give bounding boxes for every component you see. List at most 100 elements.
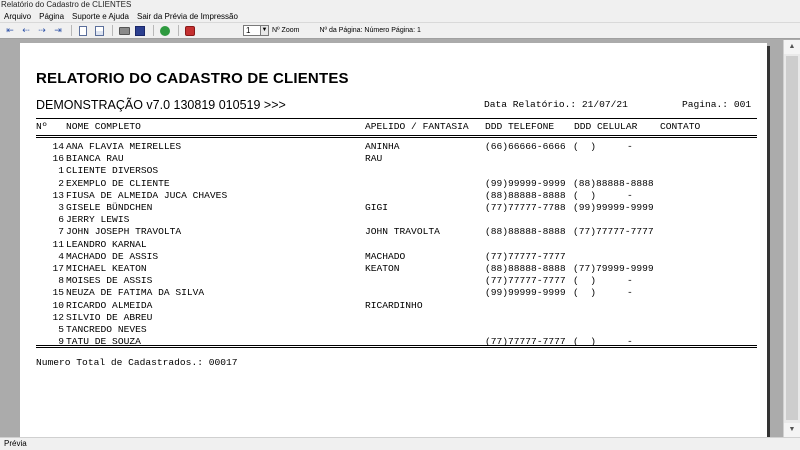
row-contato: -: [627, 287, 633, 299]
row-name: MICHAEL KEATON: [66, 263, 147, 274]
row-celular: (77)77777-7777: [573, 226, 654, 238]
header-contato: CONTATO: [660, 121, 701, 132]
toolbar-separator: [153, 25, 154, 36]
row-num: 4: [58, 250, 64, 262]
row-telefone: (88)88888-8888: [485, 226, 566, 238]
row-apelido: ANINHA: [365, 141, 400, 152]
table-row: 8 MOISES DE ASSIS (77)77777-7777 ( ) -: [36, 275, 757, 287]
export-icon[interactable]: [158, 25, 172, 37]
menu-suporte-ajuda[interactable]: Suporte e Ajuda: [68, 11, 133, 22]
next-page-icon[interactable]: ⇢: [35, 25, 49, 37]
vertical-scrollbar[interactable]: ▲ ▼: [783, 40, 800, 437]
row-apelido: RAU: [365, 153, 383, 165]
report-page-number: Pagina.: 001: [682, 99, 752, 110]
footer-double-rule: [36, 345, 757, 348]
page-multi-icon[interactable]: [92, 25, 106, 37]
toolbar-separator: [178, 25, 179, 36]
row-telefone: (77)77777-7788: [485, 202, 566, 213]
prev-page-icon[interactable]: ⇠: [19, 25, 33, 37]
row-num: 17: [52, 263, 64, 274]
row-celular: (77)79999-9999: [573, 263, 654, 274]
chevron-down-icon[interactable]: ▼: [261, 25, 269, 36]
row-name: LEANDRO KARNAL: [66, 238, 147, 250]
table-row: 5 TANCREDO NEVES: [36, 324, 757, 336]
table-row: 14 ANA FLAVIA MEIRELLES ANINHA (66)66666-66…: [36, 141, 757, 153]
print-icon[interactable]: [117, 25, 131, 37]
row-name: EXEMPLO DE CLIENTE: [66, 177, 170, 189]
window-title: Relatório do Cadastro de CLIENTES: [0, 0, 800, 11]
row-name: CLIENTE DIVERSOS: [66, 165, 159, 177]
row-num: 1: [58, 165, 64, 177]
row-num: 2: [58, 177, 64, 189]
page-single-icon[interactable]: [76, 25, 90, 37]
header-rule: [36, 118, 757, 119]
preview-area[interactable]: RELATORIO DO CADASTRO DE CLIENTES DEMONS…: [0, 40, 800, 437]
status-bar: Prévia: [0, 437, 800, 450]
row-name: MOISES DE ASSIS: [66, 275, 153, 287]
row-apelido: RICARDINHO: [365, 299, 423, 311]
row-num: 6: [58, 214, 64, 226]
menu-sair-previa[interactable]: Sair da Prévia de Impressão: [133, 11, 242, 22]
row-contato: -: [627, 275, 633, 287]
row-celular: ( ): [573, 275, 597, 287]
row-num: 5: [58, 324, 64, 335]
row-telefone: (66)66666-6666: [485, 141, 566, 152]
first-page-icon[interactable]: ⇤: [3, 25, 17, 37]
last-page-icon[interactable]: ⇥: [51, 25, 65, 37]
menu-pagina[interactable]: Página: [35, 11, 68, 22]
row-name: JERRY LEWIS: [66, 214, 130, 226]
row-apelido: KEATON: [365, 263, 400, 274]
menu-bar: Arquivo Página Suporte e Ajuda Sair da P…: [0, 11, 800, 23]
header-double-rule: [36, 135, 757, 138]
row-name: TANCREDO NEVES: [66, 324, 147, 335]
row-telefone: (88)88888-8888: [485, 263, 566, 274]
report-page: RELATORIO DO CADASTRO DE CLIENTES DEMONS…: [20, 43, 767, 437]
row-telefone: (88)88888-8888: [485, 189, 566, 201]
table-row: 13 FIUSA DE ALMEIDA JUCA CHAVES (88)88888-…: [36, 190, 757, 202]
table-row: 10 RICARDO ALMEIDA RICARDINHO: [36, 300, 757, 312]
row-num: 15: [52, 287, 64, 299]
zoom-select[interactable]: 1: [243, 25, 261, 36]
row-name: SILVIO DE ABREU: [66, 311, 153, 323]
table-row: 1 CLIENTE DIVERSOS: [36, 165, 757, 177]
close-preview-icon[interactable]: [183, 25, 197, 37]
row-num: 10: [52, 299, 64, 311]
row-telefone: (99)99999-9999: [485, 287, 566, 299]
row-apelido: JOHN TRAVOLTA: [365, 226, 440, 238]
save-icon[interactable]: [133, 25, 147, 37]
header-name: NOME COMPLETO: [66, 121, 141, 132]
page-number-label: Nº da Página: Número Página: 1: [319, 27, 421, 34]
report-title: RELATORIO DO CADASTRO DE CLIENTES: [36, 70, 349, 87]
row-num: 7: [58, 226, 64, 238]
header-celular: DDD CELULAR: [574, 121, 638, 132]
row-num: 16: [52, 153, 64, 165]
table-row: 12 SILVIO DE ABREU: [36, 312, 757, 324]
table-row: 3 GISELE BÜNDCHEN GIGI (77)77777-7788 (99)99…: [36, 202, 757, 214]
row-celular: (88)88888-8888: [573, 177, 654, 189]
scroll-down-icon[interactable]: ▼: [784, 423, 800, 437]
table-row: 2 EXEMPLO DE CLIENTE (99)99999-9999 (88)888…: [36, 178, 757, 190]
row-name: BIANCA RAU: [66, 153, 124, 165]
toolbar-separator: [112, 25, 113, 36]
header-telefone: DDD TELEFONE: [485, 121, 555, 132]
table-row: 4 MACHADO DE ASSIS MACHADO (77)77777-7777: [36, 251, 757, 263]
table-row: 16 BIANCA RAU RAU: [36, 153, 757, 165]
row-num: 12: [52, 311, 64, 323]
row-num: 13: [52, 189, 64, 201]
row-celular: ( ): [573, 189, 597, 201]
row-celular: ( ): [573, 287, 597, 299]
toolbar: ⇤ ⇠ ⇢ ⇥ 1 ▼ Nº Zoom Nº da Página: Número…: [0, 23, 800, 39]
toolbar-separator: [71, 25, 72, 36]
table-header: Nº NOME COMPLETO APELIDO / FANTASIA DDD …: [36, 121, 757, 133]
row-name: ANA FLAVIA MEIRELLES: [66, 141, 182, 152]
row-telefone: (77)77777-7777: [485, 275, 566, 287]
row-name: JOHN JOSEPH TRAVOLTA: [66, 226, 182, 238]
menu-arquivo[interactable]: Arquivo: [0, 11, 35, 22]
scroll-up-icon[interactable]: ▲: [784, 40, 800, 54]
report-date: Data Relatório.: 21/07/21: [484, 99, 628, 110]
row-num: 14: [52, 141, 64, 152]
table-row: 6 JERRY LEWIS: [36, 214, 757, 226]
scrollbar-thumb[interactable]: [786, 56, 798, 420]
row-telefone: (77)77777-7777: [485, 250, 566, 262]
table-row: 7 JOHN JOSEPH TRAVOLTA JOHN TRAVOLTA (88)88…: [36, 226, 757, 238]
